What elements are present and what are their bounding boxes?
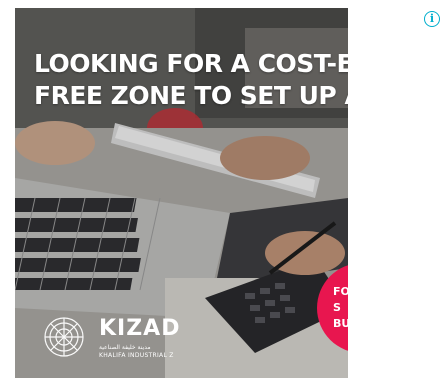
info-icon[interactable]: i [424, 11, 440, 27]
headline-line-1: LOOKING FOR A COST-EFFE [34, 49, 348, 78]
logo-english: KHALIFA INDUSTRIAL Z [99, 352, 174, 359]
badge-line-3: BU [333, 317, 348, 330]
page-background [348, 0, 444, 378]
ad-banner[interactable]: LOOKING FOR A COST-EFFE FREE ZONE TO SET… [15, 8, 348, 378]
badge-line-2: S [333, 301, 341, 314]
kizad-emblem-icon [44, 317, 84, 357]
logo-arabic: مدينة خليفة الصناعية [99, 344, 151, 351]
headline-line-2: FREE ZONE TO SET UP A BUS [34, 81, 348, 110]
logo-name: KIZAD [99, 316, 181, 341]
cta-badge-text[interactable]: FO S BU [333, 284, 348, 332]
ad-headline: LOOKING FOR A COST-EFFE FREE ZONE TO SET… [34, 48, 348, 112]
badge-line-1: FO [333, 285, 348, 298]
logo-subtitle: مدينة خليفة الصناعية KHALIFA INDUSTRIAL … [99, 344, 174, 360]
kizad-logo: KIZAD مدينة خليفة الصناعية KHALIFA INDUS… [41, 314, 221, 364]
